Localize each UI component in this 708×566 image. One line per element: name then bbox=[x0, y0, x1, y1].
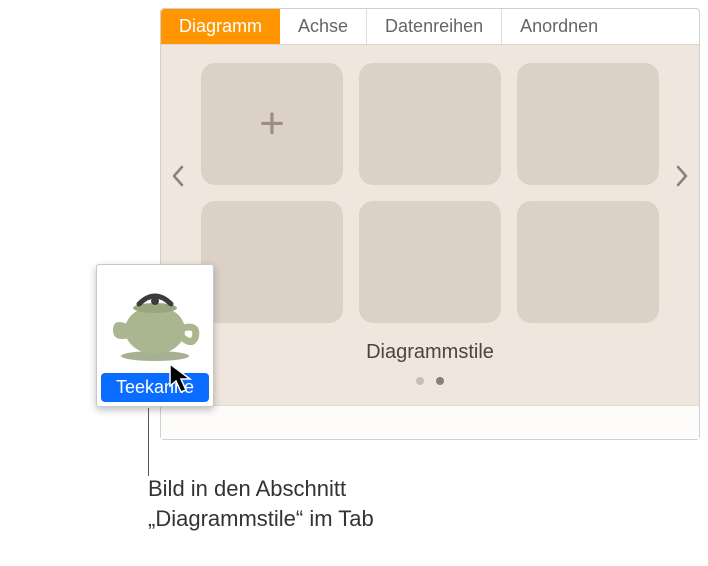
style-tile[interactable] bbox=[517, 201, 659, 323]
style-tile[interactable] bbox=[201, 201, 343, 323]
style-tile[interactable] bbox=[359, 201, 501, 323]
page-dot-active[interactable] bbox=[436, 377, 444, 385]
tab-achse[interactable]: Achse bbox=[280, 9, 367, 44]
chart-styles-grid: + bbox=[201, 63, 659, 323]
callout-leader-line bbox=[148, 408, 149, 476]
teapot-image bbox=[101, 269, 209, 369]
page-dot[interactable] bbox=[416, 377, 424, 385]
dragged-image-label: Teekanne bbox=[101, 373, 209, 402]
callout-text: Bild in den Abschnitt „Diagrammstile“ im… bbox=[148, 474, 488, 533]
page-indicator bbox=[201, 372, 659, 390]
inspector-tabs: Diagramm Achse Datenreihen Anordnen bbox=[161, 9, 699, 45]
dragged-image-thumbnail[interactable]: Teekanne bbox=[96, 264, 214, 407]
panel-footer bbox=[161, 405, 699, 439]
tab-anordnen[interactable]: Anordnen bbox=[502, 9, 616, 44]
tab-diagramm[interactable]: Diagramm bbox=[161, 9, 280, 44]
format-panel: Diagramm Achse Datenreihen Anordnen + Di… bbox=[160, 8, 700, 440]
plus-icon: + bbox=[259, 102, 285, 146]
chevron-right-icon[interactable] bbox=[675, 165, 689, 194]
chart-styles-label: Diagrammstile bbox=[201, 341, 659, 364]
style-tile[interactable] bbox=[359, 63, 501, 185]
tab-datenreihen[interactable]: Datenreihen bbox=[367, 9, 502, 44]
chevron-left-icon[interactable] bbox=[171, 165, 185, 194]
chart-styles-area: + Diagrammstile bbox=[161, 45, 699, 405]
add-style-tile[interactable]: + bbox=[201, 63, 343, 185]
style-tile[interactable] bbox=[517, 63, 659, 185]
